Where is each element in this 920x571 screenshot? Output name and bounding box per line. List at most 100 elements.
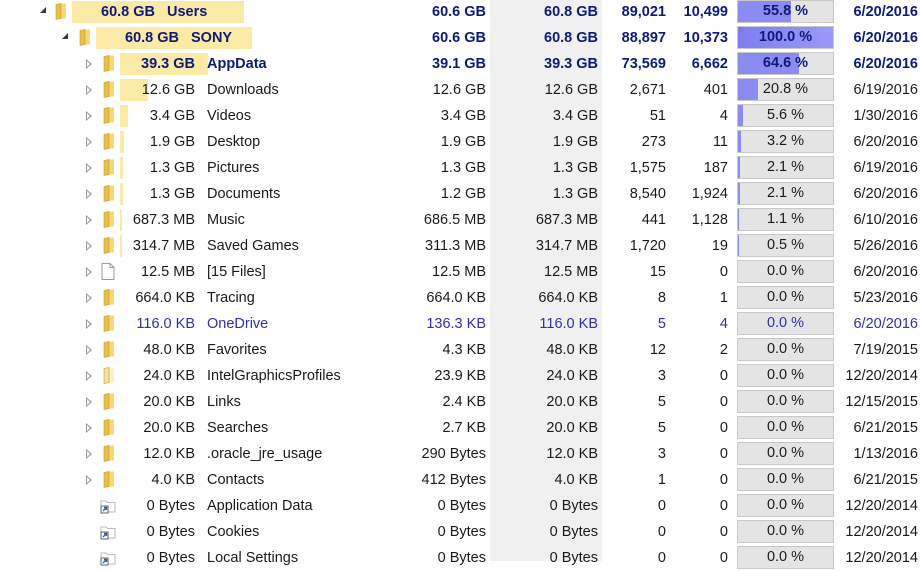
expand-arrow-icon[interactable] <box>86 371 92 381</box>
size-column-value: 39.1 GB <box>400 51 486 77</box>
last-modified-date: 6/20/2016 <box>838 51 918 77</box>
folder-name[interactable]: Videos <box>207 103 251 129</box>
expand-arrow-icon[interactable] <box>86 345 92 355</box>
folder-name[interactable]: Searches <box>207 415 268 441</box>
tree-row[interactable]: 0 BytesCookies0 Bytes0 Bytes000.0 %12/20… <box>0 519 920 545</box>
size-column-value: 686.5 MB <box>400 207 486 233</box>
files-count: 8,540 <box>600 181 666 207</box>
expand-arrow-icon[interactable] <box>86 163 92 173</box>
size-column-value: 1.2 GB <box>400 181 486 207</box>
expand-arrow-icon[interactable] <box>86 59 92 69</box>
collapse-arrow-icon[interactable] <box>62 33 68 39</box>
expand-arrow-icon[interactable] <box>86 475 92 485</box>
last-modified-date: 5/23/2016 <box>838 285 918 311</box>
percent-text: 0.0 % <box>738 391 833 412</box>
percent-text: 0.0 % <box>738 313 833 334</box>
tree-row[interactable]: 4.0 KBContacts412 Bytes4.0 KB100.0 %6/21… <box>0 467 920 493</box>
allocated-column-value: 12.5 MB <box>500 259 598 285</box>
size-column-value: 0 Bytes <box>400 493 486 519</box>
expand-arrow-icon[interactable] <box>86 319 92 329</box>
last-modified-date: 6/21/2015 <box>838 415 918 441</box>
last-modified-date: 6/10/2016 <box>838 207 918 233</box>
size-value: 48.0 KB <box>111 337 195 363</box>
last-modified-date: 12/20/2014 <box>838 493 918 519</box>
folder-name[interactable]: OneDrive <box>207 311 268 337</box>
tree-row[interactable]: 48.0 KBFavorites4.3 KB48.0 KB1220.0 %7/1… <box>0 337 920 363</box>
expand-arrow-icon[interactable] <box>86 241 92 251</box>
folder-name[interactable]: SONY <box>191 25 232 51</box>
folder-name[interactable]: Pictures <box>207 155 259 181</box>
percent-of-parent: 20.8 % <box>737 78 834 101</box>
tree-row[interactable]: 12.6 GBDownloads12.6 GB12.6 GB2,67140120… <box>0 77 920 103</box>
size-value: 1.9 GB <box>111 129 195 155</box>
folder-name[interactable]: IntelGraphicsProfiles <box>207 363 341 389</box>
files-count: 5 <box>600 389 666 415</box>
tree-row[interactable]: 1.3 GBDocuments1.2 GB1.3 GB8,5401,9242.1… <box>0 181 920 207</box>
folder-name[interactable]: Music <box>207 207 245 233</box>
tree-row[interactable]: 3.4 GBVideos3.4 GB3.4 GB5145.6 %1/30/201… <box>0 103 920 129</box>
tree-row[interactable]: 116.0 KBOneDrive136.3 KB116.0 KB540.0 %6… <box>0 311 920 337</box>
folder-name[interactable]: Application Data <box>207 493 313 519</box>
expand-arrow-icon[interactable] <box>86 449 92 459</box>
folder-name[interactable]: Saved Games <box>207 233 299 259</box>
percent-text: 100.0 % <box>738 27 833 48</box>
allocated-column-value: 20.0 KB <box>500 415 598 441</box>
folder-name[interactable]: Users <box>167 0 207 25</box>
tree-row[interactable]: 60.8 GBUsers60.6 GB60.8 GB89,02110,49955… <box>0 0 920 25</box>
tree-row[interactable]: 20.0 KBSearches2.7 KB20.0 KB500.0 %6/21/… <box>0 415 920 441</box>
tree-row[interactable]: 0 BytesLocal Settings0 Bytes0 Bytes000.0… <box>0 545 920 571</box>
expand-arrow-icon[interactable] <box>86 189 92 199</box>
percent-text: 1.1 % <box>738 209 833 230</box>
tree-row[interactable]: 12.5 MB[15 Files]12.5 MB12.5 MB1500.0 %6… <box>0 259 920 285</box>
percent-text: 0.0 % <box>738 521 833 542</box>
tree-row[interactable]: 687.3 MBMusic686.5 MB687.3 MB4411,1281.1… <box>0 207 920 233</box>
folder-name[interactable]: Downloads <box>207 77 279 103</box>
size-value: 12.5 MB <box>111 259 195 285</box>
files-count: 5 <box>600 311 666 337</box>
collapse-arrow-icon[interactable] <box>40 7 46 13</box>
percent-of-parent: 1.1 % <box>737 208 834 231</box>
expand-arrow-icon[interactable] <box>86 111 92 121</box>
tree-row[interactable]: 0 BytesApplication Data0 Bytes0 Bytes000… <box>0 493 920 519</box>
files-count: 1,720 <box>600 233 666 259</box>
folders-count: 0 <box>668 519 728 545</box>
tree-row[interactable]: 20.0 KBLinks2.4 KB20.0 KB500.0 %12/15/20… <box>0 389 920 415</box>
size-column-value: 2.7 KB <box>400 415 486 441</box>
allocated-column-value: 24.0 KB <box>500 363 598 389</box>
expand-arrow-icon[interactable] <box>86 85 92 95</box>
tree-row[interactable]: 1.3 GBPictures1.3 GB1.3 GB1,5751872.1 %6… <box>0 155 920 181</box>
tree-row[interactable]: 24.0 KBIntelGraphicsProfiles23.9 KB24.0 … <box>0 363 920 389</box>
expand-arrow-icon[interactable] <box>86 293 92 303</box>
expand-arrow-icon[interactable] <box>86 397 92 407</box>
folder-name[interactable]: Contacts <box>207 467 264 493</box>
percent-of-parent: 5.6 % <box>737 104 834 127</box>
folder-name[interactable]: Cookies <box>207 519 259 545</box>
tree-row[interactable]: 314.7 MBSaved Games311.3 MB314.7 MB1,720… <box>0 233 920 259</box>
expand-arrow-icon[interactable] <box>86 137 92 147</box>
percent-of-parent: 100.0 % <box>737 26 834 49</box>
size-column-value: 0 Bytes <box>400 545 486 571</box>
folder-name[interactable]: [15 Files] <box>207 259 266 285</box>
size-value: 314.7 MB <box>111 233 195 259</box>
allocated-column-value: 0 Bytes <box>500 545 598 571</box>
tree-row[interactable]: 39.3 GBAppData39.1 GB39.3 GB73,5696,6626… <box>0 51 920 77</box>
folder-name[interactable]: Links <box>207 389 241 415</box>
folder-name[interactable]: Tracing <box>207 285 255 311</box>
expand-arrow-icon[interactable] <box>86 423 92 433</box>
tree-row[interactable]: 12.0 KB.oracle_jre_usage290 Bytes12.0 KB… <box>0 441 920 467</box>
folder-name[interactable]: Favorites <box>207 337 267 363</box>
size-column-value: 1.9 GB <box>400 129 486 155</box>
expand-arrow-icon[interactable] <box>86 215 92 225</box>
folders-count: 10,373 <box>668 25 728 51</box>
tree-row[interactable]: 60.8 GBSONY60.6 GB60.8 GB88,89710,373100… <box>0 25 920 51</box>
tree-row[interactable]: 664.0 KBTracing664.0 KB664.0 KB810.0 %5/… <box>0 285 920 311</box>
tree-row[interactable]: 1.9 GBDesktop1.9 GB1.9 GB273113.2 %6/20/… <box>0 129 920 155</box>
folder-name[interactable]: .oracle_jre_usage <box>207 441 322 467</box>
folder-name[interactable]: Local Settings <box>207 545 298 571</box>
folder-name[interactable]: AppData <box>207 51 267 77</box>
expand-arrow-icon[interactable] <box>86 267 92 277</box>
percent-of-parent: 0.0 % <box>737 312 834 335</box>
folder-name[interactable]: Desktop <box>207 129 260 155</box>
folder-name[interactable]: Documents <box>207 181 280 207</box>
files-count: 8 <box>600 285 666 311</box>
